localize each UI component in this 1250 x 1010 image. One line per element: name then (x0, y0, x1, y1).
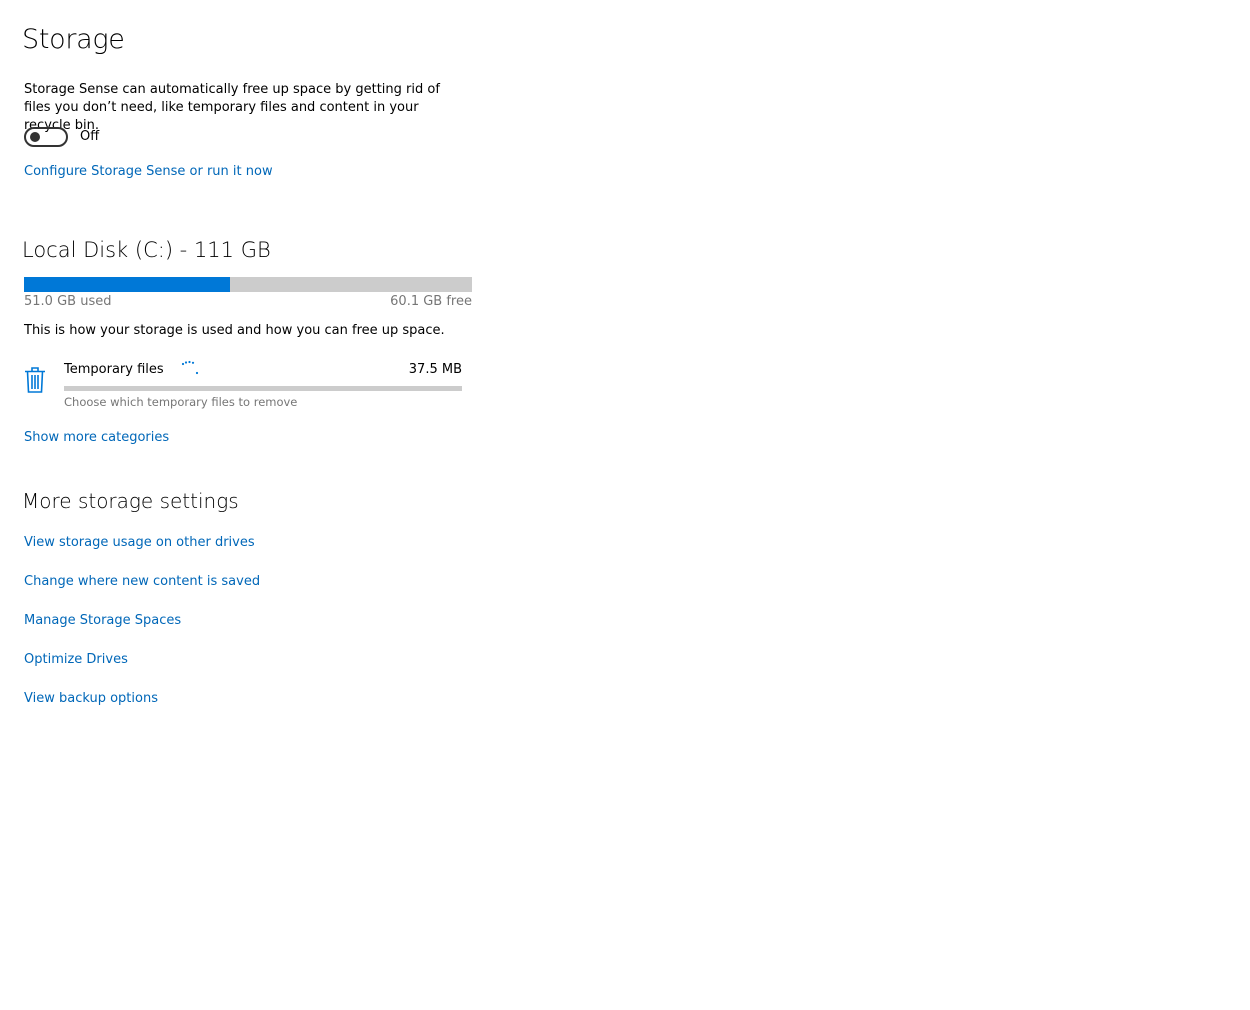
category-size: 37.5 MB (408, 362, 462, 377)
trash-icon (24, 366, 46, 398)
toggle-knob (30, 132, 40, 142)
change-where-new-content-saved-link[interactable]: Change where new content is saved (24, 574, 260, 589)
category-temporary-files[interactable]: Temporary files 37.5 MB Choose which tem… (20, 356, 470, 412)
optimize-drives-link[interactable]: Optimize Drives (24, 652, 128, 667)
storage-sense-description: Storage Sense can automatically free up … (24, 82, 440, 133)
manage-storage-spaces-link[interactable]: Manage Storage Spaces (24, 613, 181, 628)
more-storage-settings-heading: More storage settings (22, 489, 239, 513)
disk-heading: Local Disk (C:) - 111 GB (22, 238, 271, 262)
loading-spinner-icon (180, 359, 202, 383)
show-more-categories-link[interactable]: Show more categories (24, 430, 169, 445)
disk-free-label: 60.1 GB free (390, 294, 472, 309)
configure-storage-sense-link[interactable]: Configure Storage Sense or run it now (24, 164, 273, 179)
page-title: Storage (22, 24, 125, 55)
category-usage-bar (64, 386, 462, 391)
storage-sense-toggle[interactable] (24, 127, 68, 147)
usage-explanation: This is how your storage is used and how… (24, 323, 445, 338)
disk-usage-bar-fill (24, 277, 231, 292)
storage-sense-toggle-label: Off (80, 129, 100, 144)
view-storage-usage-other-drives-link[interactable]: View storage usage on other drives (24, 535, 255, 550)
category-name: Temporary files (64, 362, 164, 377)
disk-usage-bar (24, 277, 472, 292)
category-subtitle: Choose which temporary files to remove (64, 395, 298, 409)
disk-used-label: 51.0 GB used (24, 294, 112, 309)
view-backup-options-link[interactable]: View backup options (24, 691, 158, 706)
